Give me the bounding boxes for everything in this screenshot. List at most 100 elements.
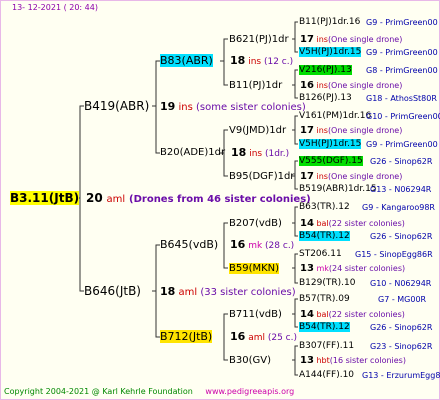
- gen2-name-3: B712(JtB): [160, 330, 213, 343]
- gen1-name-1: B646(JtB): [84, 284, 141, 298]
- gen4-ref-9: G26 - Sinop62R: [370, 232, 433, 241]
- gen4-name-2: V216(PJ).13: [299, 65, 352, 75]
- gen4-node-1[interactable]: V5H(PJ)1dr.15: [299, 46, 362, 59]
- gen2-node-0[interactable]: B83(ABR): [160, 54, 213, 67]
- gen3-node-3[interactable]: B95(DGF)1dr: [229, 170, 294, 183]
- gen4-ref-5: G9 - PrimGreen00: [366, 140, 438, 149]
- gen4-node-0[interactable]: B11(PJ)1dr.16: [299, 16, 360, 29]
- gen3-count-2: 17: [300, 125, 314, 136]
- gen2-node-2[interactable]: B645(vdB): [160, 238, 218, 251]
- gen3-note-1: (One single drone): [327, 81, 403, 90]
- gen1-node-1[interactable]: B646(JtB): [84, 283, 141, 299]
- footer-site-link[interactable]: www.pedigreeapis.org: [205, 387, 294, 396]
- gen2-suffix-2: mk: [248, 241, 263, 251]
- gen2-drones-2: 16 mk (28 c.): [230, 238, 294, 253]
- gen3-name-2: V9(JMD)1dr: [229, 125, 287, 136]
- gen2-suffix-0: ins: [248, 57, 262, 67]
- gen3-node-4[interactable]: B207(vdB): [229, 217, 282, 230]
- gen2-node-3[interactable]: B712(JtB): [160, 330, 213, 343]
- gen4-name-3: B126(PJ).13: [299, 93, 352, 103]
- gen4-node-9[interactable]: B54(TR).12: [299, 230, 350, 243]
- gen2-drones-0: 18 ins (12 c.): [230, 54, 293, 69]
- gen3-note-2: (One single drone): [327, 126, 403, 135]
- gen1-suffix-0: ins: [178, 102, 193, 113]
- gen3-suffix-3: ins: [316, 172, 328, 181]
- gen2-node-1[interactable]: B20(ADE)1dr: [160, 146, 225, 159]
- gen3-drones-3: 17 ins(One single drone): [300, 170, 402, 183]
- gen1-name-0: B419(ABR): [84, 99, 150, 113]
- gen3-drones-4: 14 bal(22 sister colonies): [300, 217, 405, 230]
- gen4-node-10[interactable]: ST206.11: [299, 248, 342, 261]
- gen3-count-1: 16: [300, 80, 314, 91]
- gen2-drones-3: 16 aml (25 c.): [230, 330, 297, 345]
- gen4-node-8[interactable]: B63(TR).12: [299, 201, 350, 214]
- gen4-name-15: A144(FF).10: [299, 370, 355, 380]
- gen4-name-0: B11(PJ)1dr.16: [299, 17, 361, 27]
- gen2-note-2: (28 c.): [265, 241, 295, 251]
- gen4-node-7[interactable]: B519(ABR)1dr.15: [299, 183, 377, 196]
- gen3-count-4: 14: [300, 218, 314, 229]
- root-drone-suffix: aml: [106, 194, 126, 205]
- gen4-node-5[interactable]: V5H(PJ)1dr.15: [299, 138, 362, 151]
- gen3-count-7: 13: [300, 355, 314, 366]
- gen3-note-3: (One single drone): [327, 172, 403, 181]
- gen4-ref-14: G23 - Sinop62R: [370, 342, 433, 351]
- gen3-count-5: 13: [300, 263, 314, 274]
- gen2-note-0: (12 c.): [263, 57, 294, 67]
- gen1-note-0: (some sister colonies): [196, 102, 306, 113]
- gen4-ref-15: G13 - ErzurumEgg8: [362, 371, 440, 380]
- report-date: 13- 12-2021 ( 20: 44): [12, 3, 98, 12]
- gen4-ref-3: G18 - AthosSt80R: [366, 94, 437, 103]
- gen4-node-3[interactable]: B126(PJ).13: [299, 92, 352, 105]
- gen3-note-7: (16 sister colonies): [329, 356, 406, 365]
- gen3-note-5: (24 sister colonies): [328, 264, 406, 273]
- gen4-name-8: B63(TR).12: [299, 202, 350, 212]
- footer: Copyright 2004-2021 @ Karl Kehrle Founda…: [4, 387, 294, 396]
- gen3-node-1[interactable]: B11(PJ)1dr: [229, 79, 282, 92]
- gen4-node-2[interactable]: V216(PJ).13: [299, 64, 352, 77]
- root-queen-name: B3.11(JtB): [10, 191, 80, 205]
- gen4-ref-1: G9 - PrimGreen00: [366, 48, 438, 57]
- gen3-suffix-1: ins: [316, 81, 328, 90]
- gen3-count-3: 17: [300, 171, 314, 182]
- gen4-ref-2: G8 - PrimGreen00: [366, 66, 438, 75]
- gen3-node-0[interactable]: B621(PJ)1dr: [229, 33, 289, 46]
- gen4-node-15[interactable]: A144(FF).10: [299, 369, 354, 382]
- gen4-name-14: B307(FF).11: [299, 341, 355, 351]
- gen3-name-0: B621(PJ)1dr: [229, 34, 289, 45]
- gen2-name-0: B83(ABR): [160, 54, 213, 67]
- gen2-name-1: B20(ADE)1dr: [160, 147, 226, 158]
- gen4-ref-8: G9 - Kangaroo98R: [362, 203, 435, 212]
- gen4-node-13[interactable]: B54(TR).12: [299, 321, 350, 334]
- gen3-node-5[interactable]: B59(MKN): [229, 262, 280, 275]
- footer-copyright: Copyright 2004-2021 @ Karl Kehrle Founda…: [4, 387, 193, 396]
- gen4-ref-0: G9 - PrimGreen00: [366, 18, 438, 27]
- gen3-name-3: B95(DGF)1dr: [229, 171, 295, 182]
- gen1-node-0[interactable]: B419(ABR): [84, 98, 149, 114]
- gen3-node-2[interactable]: V9(JMD)1dr: [229, 124, 286, 137]
- gen3-note-6: (22 sister colonies): [328, 310, 405, 319]
- root-node[interactable]: B3.11(JtB): [10, 190, 80, 206]
- gen4-node-11[interactable]: B129(TR).10: [299, 277, 355, 290]
- gen1-note-1: (33 sister colonies): [200, 287, 296, 298]
- gen4-name-11: B129(TR).10: [299, 278, 356, 288]
- root-drone-note: (Drones from 46 sister colonies): [129, 194, 311, 205]
- gen4-node-6[interactable]: V555(DGF).15: [299, 155, 363, 168]
- gen4-name-9: B54(TR).12: [299, 231, 350, 241]
- gen3-suffix-0: ins: [316, 35, 328, 44]
- gen3-drones-5: 13 mk(24 sister colonies): [300, 262, 405, 275]
- gen3-node-6[interactable]: B711(vdB): [229, 308, 282, 321]
- gen4-name-5: V5H(PJ)1dr.15: [299, 139, 362, 149]
- gen1-drones-1: 18 aml (33 sister colonies): [160, 285, 296, 299]
- gen3-name-1: B11(PJ)1dr: [229, 80, 283, 91]
- gen3-node-7[interactable]: B30(GV): [229, 354, 271, 367]
- gen4-ref-12: G7 - MG00R: [378, 295, 427, 304]
- gen4-node-4[interactable]: V161(PM)1dr.16: [299, 110, 371, 123]
- gen4-name-13: B54(TR).12: [299, 322, 350, 332]
- gen2-drones-1: 18 ins (1dr.): [231, 146, 289, 161]
- gen4-node-14[interactable]: B307(FF).11: [299, 340, 354, 353]
- gen4-node-12[interactable]: B57(TR).09: [299, 293, 350, 306]
- gen3-name-4: B207(vdB): [229, 218, 282, 229]
- gen3-count-0: 17: [300, 34, 314, 45]
- gen1-count-1: 18: [160, 285, 176, 298]
